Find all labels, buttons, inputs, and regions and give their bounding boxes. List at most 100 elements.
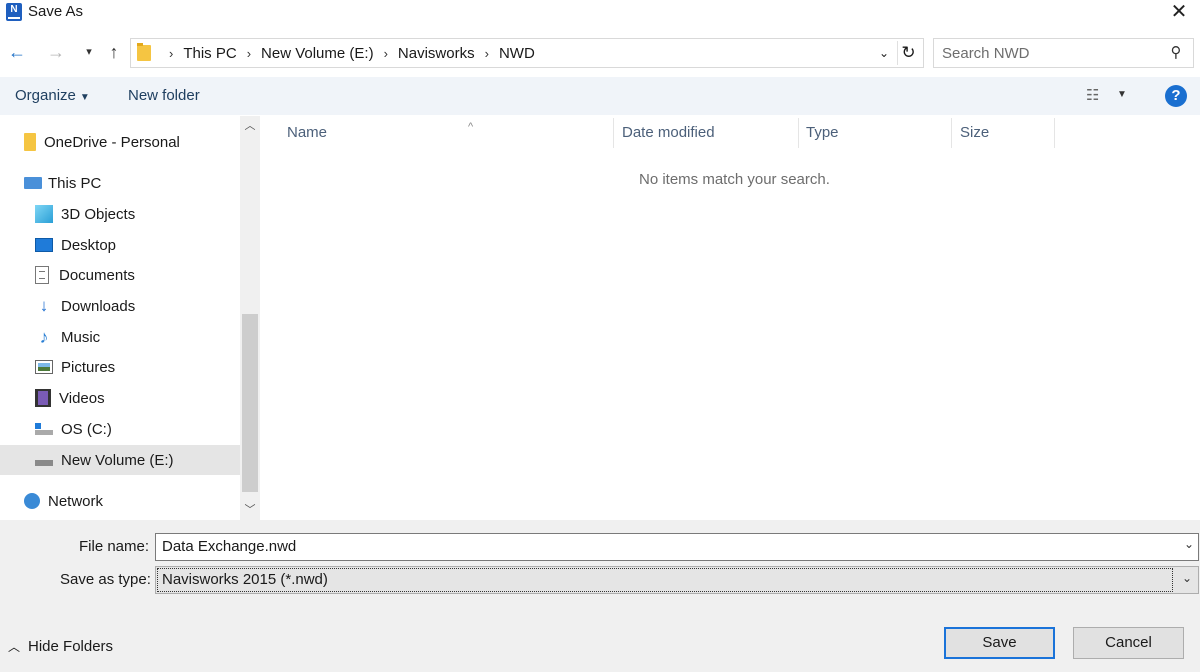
column-divider[interactable] — [798, 118, 799, 148]
sidebar-item-label: OneDrive - Personal — [44, 133, 180, 151]
close-icon[interactable]: ✕ — [1166, 0, 1192, 26]
save-as-type-select[interactable]: Navisworks 2015 (*.nwd) ⌄ — [155, 566, 1199, 594]
address-dropdown-icon[interactable]: ⌄ — [875, 43, 893, 63]
save-form-panel: File name: Data Exchange.nwd ⌄ Save as t… — [0, 520, 1200, 672]
pc-icon — [24, 177, 42, 189]
file-name-value[interactable]: Data Exchange.nwd — [162, 538, 296, 555]
navigation-pane: OneDrive - Personal This PC 3D Objects D… — [0, 116, 240, 520]
network-icon — [24, 493, 40, 509]
breadcrumb-item[interactable]: New Volume (E:) — [261, 45, 374, 62]
hide-folders-label: Hide Folders — [28, 638, 114, 655]
sidebar-item-os-c[interactable]: OS (C:) — [35, 414, 240, 444]
scroll-up-icon[interactable]: ︿ — [240, 116, 260, 136]
sort-ascending-icon: ^ — [468, 121, 474, 133]
save-button[interactable]: Save — [944, 627, 1055, 659]
refresh-icon[interactable]: ↻ — [897, 41, 919, 65]
folder-icon — [137, 43, 151, 61]
file-list: Name ^ Date modified Type Size No items … — [260, 116, 1200, 520]
up-arrow-icon[interactable]: ↑ — [102, 40, 126, 64]
sidebar-item-3d-objects[interactable]: 3D Objects — [35, 199, 240, 229]
breadcrumb-item[interactable]: NWD — [499, 45, 535, 62]
sidebar-item-label: Network — [48, 492, 104, 510]
search-icon[interactable]: ⚲ — [1167, 43, 1185, 63]
title-bar: N Save As ✕ — [0, 0, 1200, 26]
breadcrumb-item[interactable]: This PC — [183, 45, 236, 62]
drive-icon — [35, 454, 53, 466]
sidebar-item-label: 3D Objects — [61, 205, 136, 223]
sidebar-item-videos[interactable]: Videos — [35, 383, 240, 413]
forward-arrow-icon[interactable]: → — [44, 40, 68, 64]
column-header-date-modified[interactable]: Date modified — [622, 116, 798, 150]
column-divider[interactable] — [1054, 118, 1055, 148]
window-title: Save As — [28, 3, 84, 20]
caret-down-icon[interactable]: ▼ — [1117, 89, 1127, 100]
downloads-icon: ↓ — [39, 296, 49, 315]
sidebar-item-desktop[interactable]: Desktop — [35, 230, 240, 260]
search-input[interactable] — [942, 43, 1162, 63]
sidebar-item-label: Desktop — [61, 236, 117, 254]
sidebar-item-label: Documents — [59, 266, 135, 284]
sidebar-item-onedrive[interactable]: OneDrive - Personal — [24, 127, 240, 157]
column-label: Type — [806, 124, 839, 141]
sidebar-item-downloads[interactable]: ↓ Downloads — [35, 291, 240, 321]
command-toolbar: Organize ▼ New folder ☷ ▼ ? — [0, 77, 1200, 115]
hide-folders-toggle[interactable]: ︿ Hide Folders — [8, 638, 113, 655]
caret-down-icon: ▼ — [79, 92, 90, 103]
chevron-down-icon[interactable]: ⌄ — [1184, 537, 1194, 551]
help-icon[interactable]: ? — [1165, 85, 1187, 107]
empty-list-message: No items match your search. — [639, 171, 830, 188]
back-arrow-icon[interactable]: ← — [5, 40, 29, 64]
sidebar-item-label: Videos — [59, 389, 105, 407]
scroll-thumb[interactable] — [242, 314, 258, 492]
videos-icon — [35, 389, 51, 407]
recent-locations-chevron-icon[interactable]: ▾ — [77, 40, 101, 64]
column-label: Size — [960, 124, 990, 141]
sidebar-item-this-pc[interactable]: This PC — [24, 168, 240, 198]
search-box[interactable]: ⚲ — [933, 38, 1194, 68]
sidebar-item-label: New Volume (E:) — [61, 451, 174, 469]
sidebar-item-label: Downloads — [61, 297, 136, 315]
view-options-icon[interactable]: ☷ — [1086, 86, 1099, 104]
column-header-name[interactable]: Name ^ — [287, 116, 613, 150]
breadcrumb-item[interactable]: Navisworks — [398, 45, 475, 62]
new-folder-button[interactable]: New folder — [128, 87, 200, 104]
onedrive-folder-icon — [24, 133, 36, 151]
save-as-type-value: Navisworks 2015 (*.nwd) — [162, 571, 328, 588]
file-name-field[interactable]: Data Exchange.nwd ⌄ — [155, 533, 1199, 561]
music-icon: ♪ — [39, 327, 49, 347]
breadcrumb-separator-icon[interactable]: › — [485, 46, 489, 61]
sidebar-item-music[interactable]: ♪ Music — [35, 322, 240, 352]
scroll-down-icon[interactable]: ﹀ — [240, 500, 260, 520]
sidebar-item-network[interactable]: Network — [24, 486, 240, 516]
save-as-type-label: Save as type: — [60, 571, 151, 588]
file-name-label: File name: — [79, 538, 150, 555]
3d-objects-icon — [35, 205, 53, 223]
drive-c-icon — [35, 423, 53, 435]
sidebar-item-label: Pictures — [61, 358, 116, 376]
organize-label: Organize — [15, 87, 76, 104]
column-label: Date modified — [622, 124, 715, 141]
sidebar-item-new-volume-e[interactable]: New Volume (E:) — [0, 445, 240, 475]
address-bar[interactable]: › This PC › New Volume (E:) › Navisworks… — [130, 38, 924, 68]
sidebar-item-pictures[interactable]: Pictures — [35, 352, 240, 382]
breadcrumb-separator-icon[interactable]: › — [384, 46, 388, 61]
breadcrumb-separator-icon: › — [169, 45, 174, 61]
cancel-button[interactable]: Cancel — [1073, 627, 1184, 659]
navigation-scrollbar[interactable]: ︿ ﹀ — [240, 116, 260, 520]
breadcrumb-separator-icon[interactable]: › — [247, 46, 251, 61]
column-header-size[interactable]: Size — [960, 116, 1054, 150]
documents-icon — [35, 266, 49, 284]
column-header-type[interactable]: Type — [806, 116, 951, 150]
column-divider[interactable] — [613, 118, 614, 148]
sidebar-item-label: OS (C:) — [61, 420, 112, 438]
chevron-down-icon[interactable]: ⌄ — [1182, 571, 1192, 585]
pictures-icon — [35, 360, 53, 374]
organize-button[interactable]: Organize ▼ — [15, 87, 90, 104]
sidebar-item-label: Music — [61, 328, 101, 346]
desktop-icon — [35, 238, 53, 252]
sidebar-item-documents[interactable]: Documents — [35, 260, 240, 290]
address-row: ← → ▾ ↑ › This PC › New Volume (E:) › Na… — [0, 36, 1200, 70]
breadcrumb: › This PC › New Volume (E:) › Navisworks… — [159, 39, 535, 67]
column-divider[interactable] — [951, 118, 952, 148]
column-label: Name — [287, 124, 328, 141]
